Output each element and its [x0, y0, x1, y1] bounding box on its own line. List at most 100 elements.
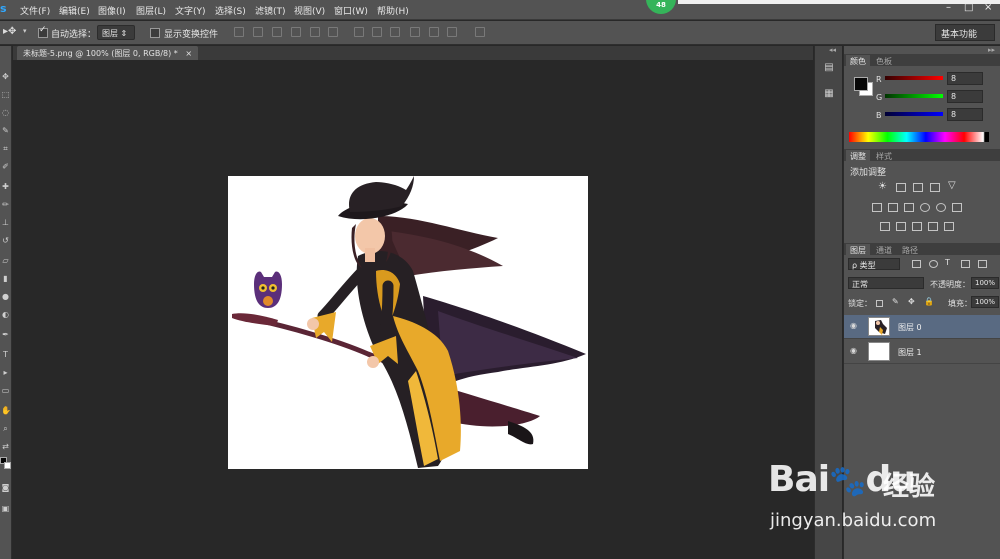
- eraser-tool-icon[interactable]: ▱: [1, 256, 10, 265]
- zoom-tool-icon[interactable]: ⌕: [1, 424, 10, 433]
- close-tab-icon[interactable]: ×: [185, 49, 192, 58]
- blend-mode-dropdown[interactable]: 正常: [848, 277, 924, 289]
- vibrance-icon[interactable]: ▽: [948, 180, 956, 191]
- tab-color[interactable]: 颜色: [846, 55, 870, 68]
- align-left-icon[interactable]: [291, 27, 301, 37]
- green-value-field[interactable]: 8: [947, 90, 983, 103]
- visibility-eye-icon[interactable]: ◉: [850, 346, 860, 356]
- filter-pixel-icon[interactable]: [912, 260, 921, 268]
- photo-filter-icon[interactable]: [920, 203, 930, 212]
- menu-type[interactable]: 文字(Y): [175, 4, 206, 17]
- color-lookup-icon[interactable]: [952, 203, 962, 212]
- align-hcenter-icon[interactable]: [310, 27, 320, 37]
- show-transform-checkbox[interactable]: [150, 28, 160, 38]
- distribute-right-icon[interactable]: [447, 27, 457, 37]
- quick-mask-icon[interactable]: ◙: [1, 483, 10, 492]
- lock-pixels-icon[interactable]: ✎: [892, 297, 899, 306]
- menu-file[interactable]: 文件(F): [20, 4, 50, 17]
- distribute-top-icon[interactable]: [354, 27, 364, 37]
- align-vcenter-icon[interactable]: [253, 27, 263, 37]
- foreground-color-swatch[interactable]: [854, 77, 868, 91]
- invert-icon[interactable]: [880, 222, 890, 231]
- dodge-tool-icon[interactable]: ◐: [1, 310, 10, 319]
- filter-smart-object-icon[interactable]: [978, 260, 987, 268]
- visibility-eye-icon[interactable]: ◉: [850, 321, 860, 331]
- history-panel-icon[interactable]: ▤: [821, 62, 837, 76]
- move-tool-icon[interactable]: ▸✥: [3, 26, 16, 37]
- filter-shape-icon[interactable]: [961, 260, 970, 268]
- workspace-switcher[interactable]: 基本功能: [935, 24, 995, 41]
- properties-panel-icon[interactable]: ▦: [821, 88, 837, 102]
- screen-mode-icon[interactable]: ▣: [1, 504, 10, 513]
- posterize-icon[interactable]: [896, 222, 906, 231]
- lock-position-icon[interactable]: ✥: [908, 297, 915, 306]
- type-tool-icon[interactable]: T: [1, 350, 10, 359]
- document-canvas[interactable]: [228, 176, 588, 469]
- swap-colors-icon[interactable]: ⇄: [1, 442, 10, 451]
- quick-select-tool-icon[interactable]: ✎: [1, 126, 10, 135]
- document-tab[interactable]: 未标题-5.png @ 100% (图层 0, RGB/8) * ×: [17, 46, 199, 60]
- color-balance-icon[interactable]: [888, 203, 898, 212]
- lasso-tool-icon[interactable]: ◌: [1, 108, 10, 117]
- lock-all-icon[interactable]: 🔒: [924, 297, 934, 306]
- exposure-icon[interactable]: [930, 183, 940, 192]
- black-white-icon[interactable]: [904, 203, 914, 212]
- auto-select-dropdown[interactable]: 图层 ⇕: [97, 25, 135, 40]
- tab-adjustments[interactable]: 调整: [846, 150, 870, 163]
- menu-window[interactable]: 窗口(W): [334, 4, 368, 17]
- layer-row[interactable]: ◉ 图层 1: [844, 340, 1000, 364]
- align-top-icon[interactable]: [234, 27, 244, 37]
- marquee-tool-icon[interactable]: ⬚: [1, 90, 10, 99]
- tab-layers[interactable]: 图层: [846, 244, 870, 257]
- blur-tool-icon[interactable]: ●: [1, 292, 10, 301]
- distribute-bottom-icon[interactable]: [390, 27, 400, 37]
- menu-edit[interactable]: 编辑(E): [59, 4, 90, 17]
- collapse-icon[interactable]: ◂◂: [829, 46, 836, 54]
- menu-layer[interactable]: 图层(L): [136, 4, 166, 17]
- menu-image[interactable]: 图像(I): [98, 4, 126, 17]
- healing-tool-icon[interactable]: ✚: [1, 182, 10, 191]
- opacity-field[interactable]: 100%: [971, 277, 999, 289]
- green-slider[interactable]: [885, 94, 943, 98]
- distribute-left-icon[interactable]: [410, 27, 420, 37]
- crop-tool-icon[interactable]: ⌗: [1, 144, 10, 153]
- pen-tool-icon[interactable]: ✒: [1, 330, 10, 339]
- gradient-map-icon[interactable]: [928, 222, 938, 231]
- gradient-tool-icon[interactable]: ▮: [1, 274, 10, 283]
- brightness-icon[interactable]: ☀: [878, 181, 887, 192]
- menu-filter[interactable]: 滤镜(T): [255, 4, 286, 17]
- menu-select[interactable]: 选择(S): [215, 4, 246, 17]
- clone-stamp-tool-icon[interactable]: ⊥: [1, 218, 10, 227]
- red-value-field[interactable]: 8: [947, 72, 983, 85]
- tab-paths[interactable]: 路径: [898, 244, 922, 257]
- chevron-down-icon[interactable]: ▾: [23, 27, 27, 35]
- red-slider[interactable]: [885, 76, 943, 80]
- filter-adjustment-icon[interactable]: [929, 260, 938, 268]
- align-right-icon[interactable]: [328, 27, 338, 37]
- eyedropper-tool-icon[interactable]: ✐: [1, 162, 10, 171]
- blue-value-field[interactable]: 8: [947, 108, 983, 121]
- expand-icon[interactable]: ▸▸: [988, 46, 995, 54]
- layer-row[interactable]: ◉ 图层 0: [844, 315, 1000, 339]
- hue-saturation-icon[interactable]: [872, 203, 882, 212]
- menu-view[interactable]: 视图(V): [294, 4, 325, 17]
- tab-channels[interactable]: 通道: [872, 244, 896, 257]
- fill-field[interactable]: 100%: [971, 296, 999, 308]
- background-swatch[interactable]: [4, 462, 11, 469]
- distribute-vcenter-icon[interactable]: [372, 27, 382, 37]
- tab-styles[interactable]: 样式: [872, 150, 896, 163]
- layer-filter-dropdown[interactable]: ρ 类型: [848, 258, 900, 270]
- menu-help[interactable]: 帮助(H): [377, 4, 409, 17]
- hand-tool-icon[interactable]: ✋: [1, 406, 11, 415]
- threshold-icon[interactable]: [912, 222, 922, 231]
- path-select-tool-icon[interactable]: ▸: [1, 368, 10, 377]
- curves-icon[interactable]: [913, 183, 923, 192]
- lock-transparency-icon[interactable]: [876, 300, 883, 307]
- align-bottom-icon[interactable]: [272, 27, 282, 37]
- tab-swatches[interactable]: 色板: [872, 55, 896, 68]
- levels-icon[interactable]: [896, 183, 906, 192]
- shape-tool-icon[interactable]: ▭: [1, 386, 10, 395]
- blue-slider[interactable]: [885, 112, 943, 116]
- channel-mixer-icon[interactable]: [936, 203, 946, 212]
- brush-tool-icon[interactable]: ✏: [1, 200, 10, 209]
